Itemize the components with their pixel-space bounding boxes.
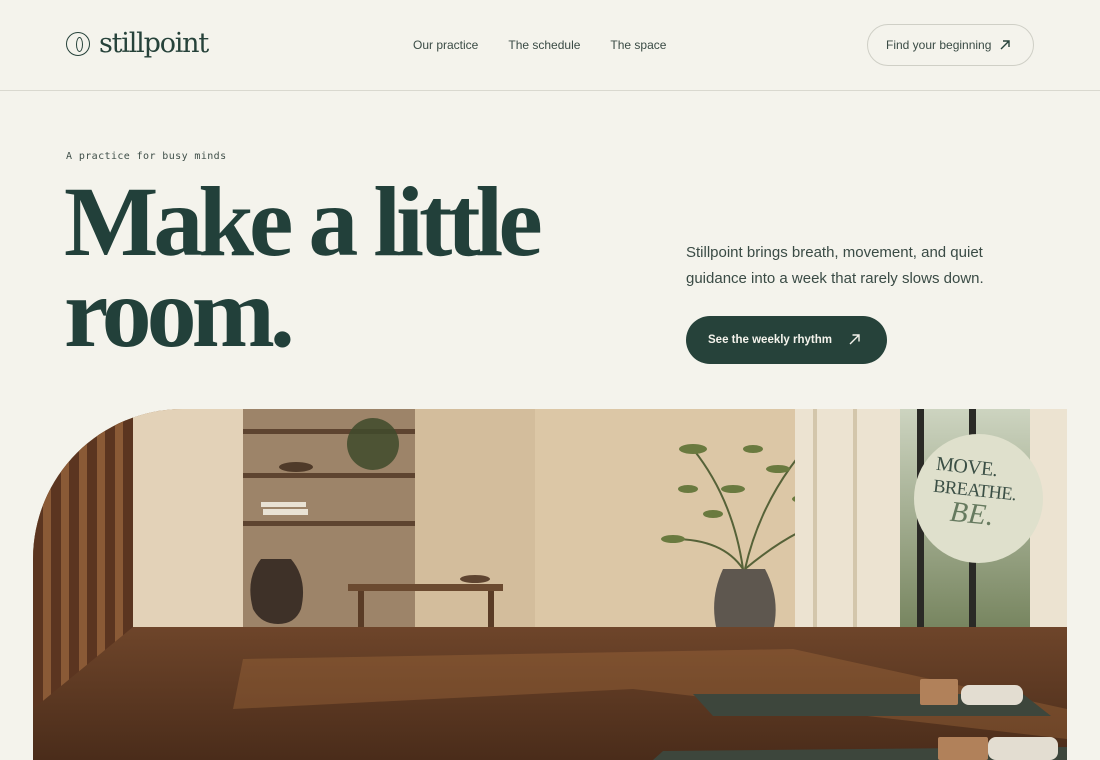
find-your-beginning-button[interactable]: Find your beginning <box>867 24 1034 66</box>
site-header: stillpoint Our practice The schedule The… <box>0 0 1100 91</box>
hero-headline: Make a little room. <box>64 172 584 363</box>
headline-line-2: room. <box>64 257 295 368</box>
find-your-beginning-label: Find your beginning <box>886 38 992 52</box>
hero-lede: Stillpoint brings breath, movement, and … <box>686 244 984 287</box>
brand-logo[interactable]: stillpoint <box>66 28 209 59</box>
nav-item-the-space[interactable]: The space <box>610 38 666 52</box>
arrow-up-right-icon <box>849 334 860 345</box>
nav-item-the-schedule[interactable]: The schedule <box>508 38 580 52</box>
see-weekly-rhythm-button[interactable]: See the weekly rhythm <box>686 316 887 364</box>
hero-eyebrow: A practice for busy minds <box>66 151 227 162</box>
main-nav: Our practice The schedule The space <box>413 38 666 52</box>
studio-interior-illustration <box>33 409 1067 760</box>
move-breathe-be-badge: MOVE. BREATHE. BE. <box>914 434 1043 563</box>
seed-circle-icon <box>66 31 90 56</box>
studio-hero-image <box>33 409 1067 760</box>
brand-name: stillpoint <box>99 28 209 59</box>
arrow-up-right-icon <box>1000 40 1010 50</box>
see-weekly-rhythm-label: See the weekly rhythm <box>708 334 832 346</box>
nav-item-our-practice[interactable]: Our practice <box>413 38 478 52</box>
badge-line-3: BE. <box>948 495 996 533</box>
